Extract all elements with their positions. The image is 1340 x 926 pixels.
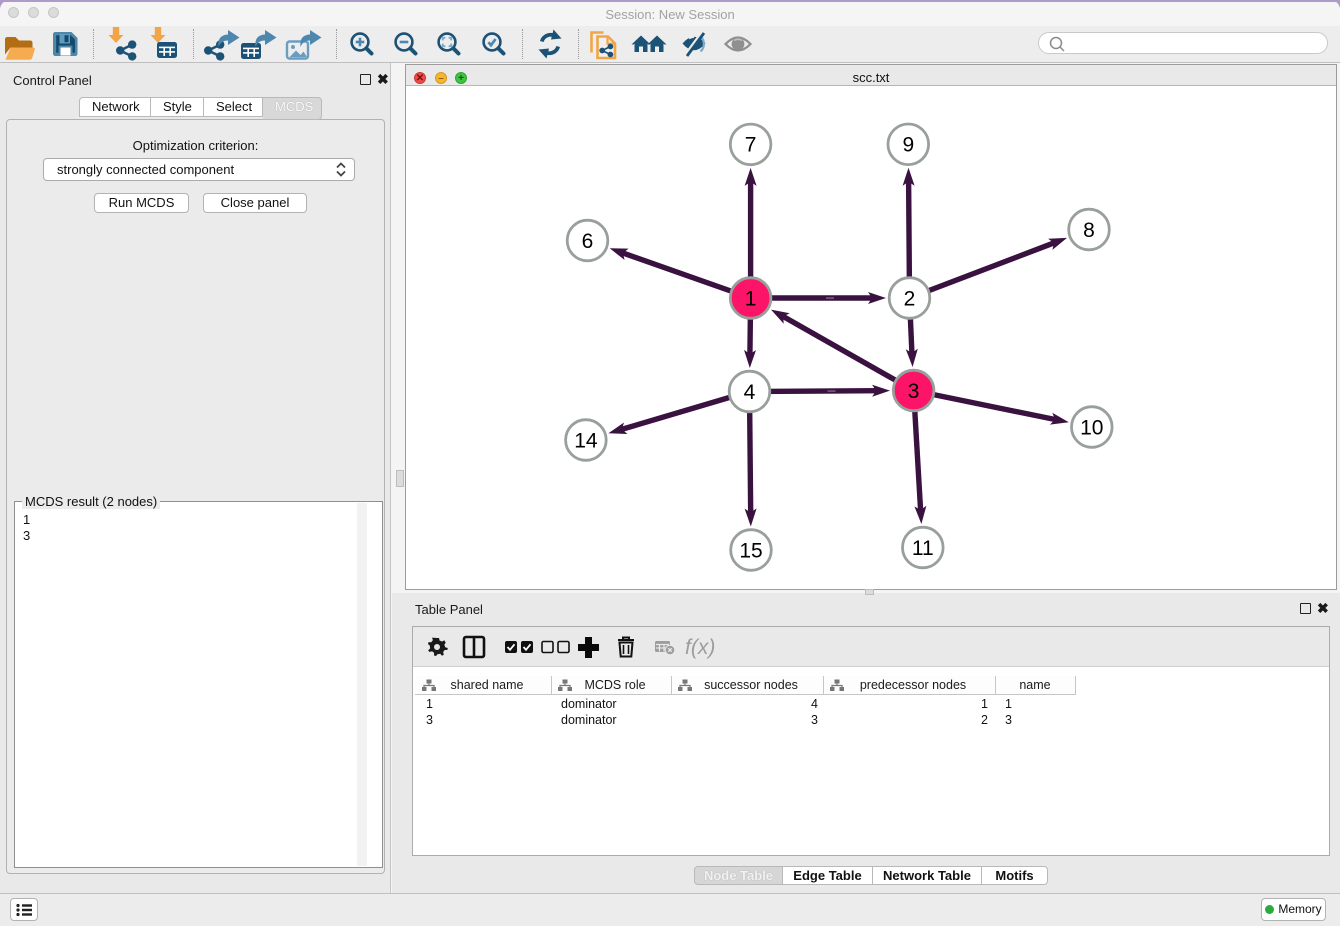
svg-text:10: 10 <box>1080 416 1103 439</box>
svg-text:11: 11 <box>912 537 934 560</box>
svg-text:7: 7 <box>745 134 757 157</box>
svg-text:8: 8 <box>1083 219 1095 242</box>
svg-text:15: 15 <box>739 539 762 562</box>
svg-text:3: 3 <box>908 380 920 403</box>
svg-text:4: 4 <box>744 381 756 404</box>
svg-text:6: 6 <box>582 230 594 253</box>
svg-text:14: 14 <box>574 429 598 452</box>
svg-text:2: 2 <box>904 287 916 310</box>
svg-text:1: 1 <box>745 287 757 310</box>
svg-text:9: 9 <box>902 134 914 157</box>
svg-text:f(x): f(x) <box>685 636 715 659</box>
